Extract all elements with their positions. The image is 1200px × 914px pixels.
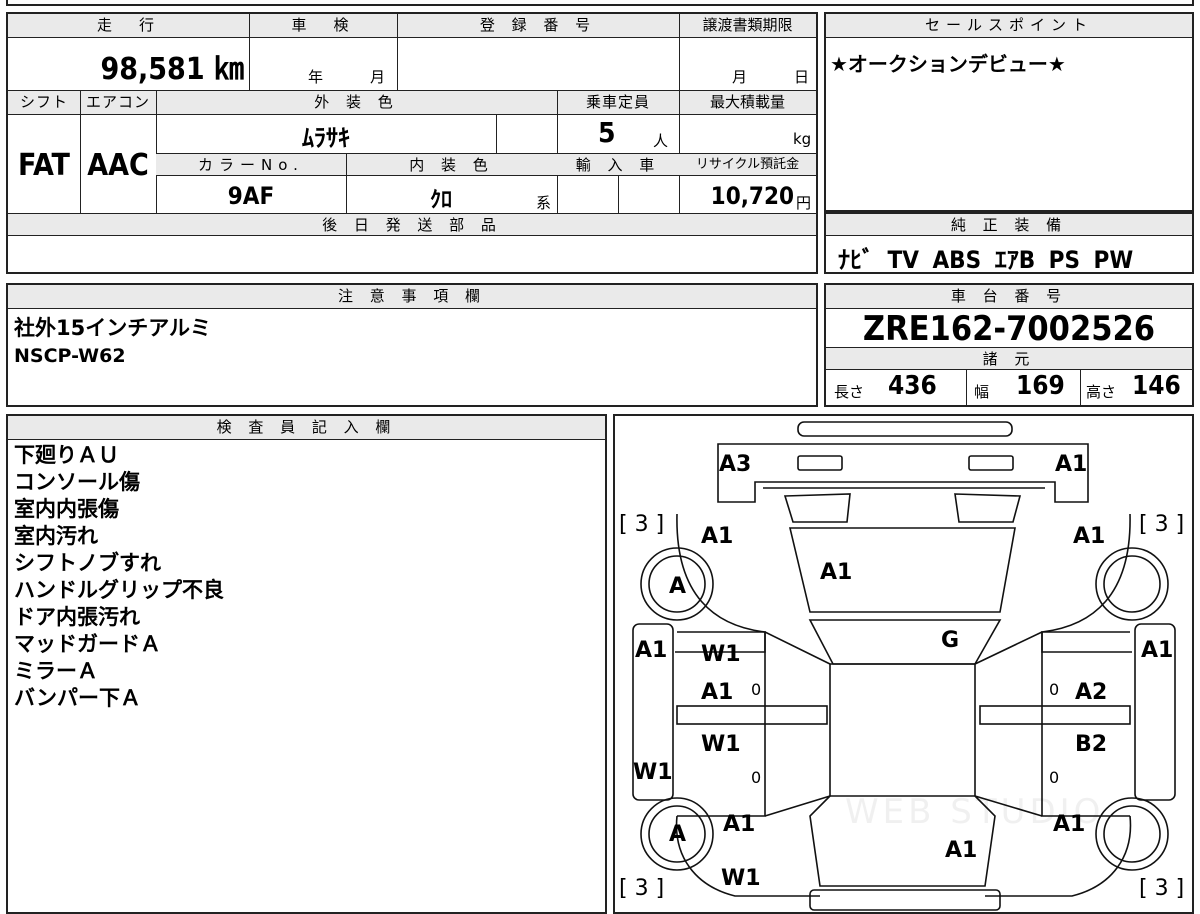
inspection-month: 月	[370, 68, 386, 86]
sales-point-label: セールスポイント	[826, 14, 1192, 38]
length-label: 長さ	[834, 383, 865, 401]
mileage-value: 98,581 ㎞	[100, 52, 244, 87]
mark-trunk: A1	[945, 838, 978, 863]
chassis-label: 車 台 番 号	[826, 285, 1192, 309]
mark-windshield: G	[941, 628, 960, 653]
inspection-year: 年	[308, 68, 324, 86]
later-parts-label: 後 日 発 送 部 品	[8, 214, 816, 236]
watermark: WEB STUDIO	[845, 792, 1105, 832]
mark-tire-fr: [ 3 ]	[1139, 512, 1185, 537]
inspector-label: 検 査 員 記 入 欄	[8, 416, 605, 440]
note-line: バンパー下Ａ	[14, 686, 142, 710]
max-load-label: 最大積載量	[679, 91, 816, 115]
transfer-label: 譲渡書類期限	[679, 14, 816, 38]
genuine-equipment-box: 純 正 装 備 ﾅﾋﾞ TV ABS ｴｱB PS PW	[824, 212, 1194, 274]
caution-line-2: NSCP-W62	[14, 345, 126, 367]
sales-point-text: ★オークションデビュー★	[830, 52, 1066, 76]
mark-fender-fr: A1	[1073, 524, 1106, 549]
mark-tire-rr: [ 3 ]	[1139, 876, 1185, 901]
note-line: ミラーＡ	[14, 659, 98, 683]
genuine-equipment-label: 純 正 装 備	[826, 214, 1192, 236]
sales-point-box: セールスポイント ★オークションデビュー★	[824, 12, 1194, 212]
recycle-label: リサイクル預託金	[679, 154, 816, 176]
interior-color-value: ｸﾛ	[429, 188, 452, 213]
chassis-box: 車 台 番 号 ZRE162-7002526 諸 元 長さ 436 幅 169 …	[824, 283, 1194, 407]
height-value: 146	[1132, 371, 1181, 401]
mark-rocker-l: W1	[633, 760, 673, 785]
mark-zero: 0	[1049, 768, 1060, 787]
exterior-color-label: 外 装 色	[156, 91, 557, 115]
inspector-box: 検 査 員 記 入 欄 下廻りＡＵ コンソール傷 室内内張傷 室内汚れ シフトノ…	[6, 414, 607, 914]
mark-qtr-l: A1	[723, 812, 756, 837]
note-line: マッドガードＡ	[14, 632, 161, 656]
exterior-color-value: ﾑﾗｻｷ	[302, 124, 350, 152]
mark-door-fl: A1	[701, 680, 734, 705]
recycle-value: 10,720	[710, 182, 794, 210]
mark-front-left: A3	[719, 452, 752, 477]
note-line: コンソール傷	[14, 470, 140, 494]
capacity-value: 5	[598, 116, 616, 149]
transfer-month: 月	[732, 68, 748, 86]
max-load-unit: kg	[793, 130, 812, 148]
mark-zero: 0	[751, 680, 762, 699]
mark-tire-rl: [ 3 ]	[619, 876, 665, 901]
mark-door-fr: A2	[1075, 680, 1108, 705]
color-no-value: 9AF	[227, 182, 275, 210]
width-label: 幅	[974, 383, 990, 401]
inspection-label: 車 検	[249, 14, 397, 38]
mark-zero: 0	[751, 768, 762, 787]
interior-color-unit: 系	[536, 194, 552, 212]
registration-label: 登 録 番 号	[397, 14, 679, 38]
note-line: ハンドルグリップ不良	[14, 578, 224, 602]
mark-wheel-fl: A	[669, 574, 687, 599]
mark-tire-fl: [ 3 ]	[619, 512, 665, 537]
mark-pillar-l: A1	[635, 638, 668, 663]
mark-pillar-r: A1	[1141, 638, 1174, 663]
damage-diagram: A3 A1 [ 3 ] [ 3 ] A1 A1 A1 A A1 A1 G W1 …	[613, 414, 1194, 914]
height-label: 高さ	[1086, 383, 1117, 401]
note-line: シフトノブすれ	[14, 551, 161, 575]
note-line: 室内内張傷	[14, 497, 119, 521]
chassis-value: ZRE162-7002526	[862, 309, 1156, 349]
aircon-value: AAC	[87, 148, 149, 183]
caution-label: 注 意 事 項 欄	[8, 285, 816, 309]
caution-box: 注 意 事 項 欄 社外15インチアルミ NSCP-W62	[6, 283, 818, 407]
mark-wheel-rl: A	[669, 822, 687, 847]
mark-zero: 0	[1049, 680, 1060, 699]
mark-hood: A1	[820, 560, 853, 585]
top-strip	[6, 0, 1194, 6]
mark-door-rl-top: W1	[701, 732, 741, 757]
mark-fender-fl: A1	[701, 524, 734, 549]
mark-door-fl-top: W1	[701, 642, 741, 667]
aircon-label: エアコン	[80, 91, 156, 115]
shift-label: シフト	[8, 91, 80, 115]
genuine-equipment-value: ﾅﾋﾞ TV ABS ｴｱB PS PW	[838, 246, 1134, 274]
width-value: 169	[1016, 371, 1065, 401]
vehicle-info-table: 走 行 車 検 登 録 番 号 譲渡書類期限 98,581 ㎞ 年 月 月 日 …	[6, 12, 818, 274]
note-line: 下廻りＡＵ	[14, 443, 119, 467]
color-no-label: カラーNo.	[156, 154, 346, 176]
specs-label: 諸 元	[826, 348, 1192, 370]
capacity-label: 乗車定員	[557, 91, 679, 115]
transfer-day: 日	[794, 68, 810, 86]
mark-rear-bumper: W1	[721, 866, 761, 891]
inspector-notes: 下廻りＡＵ コンソール傷 室内内張傷 室内汚れ シフトノブすれ ハンドルグリップ…	[14, 442, 224, 712]
mark-door-rr: B2	[1075, 732, 1108, 757]
import-label: 輸 入 車	[557, 154, 679, 176]
shift-value: FAT	[18, 148, 70, 183]
mark-front-right: A1	[1055, 452, 1088, 477]
interior-color-label: 内 装 色	[346, 154, 557, 176]
recycle-unit: 円	[796, 194, 812, 212]
note-line: 室内汚れ	[14, 524, 98, 548]
note-line: ドア内張汚れ	[14, 605, 140, 629]
length-value: 436	[888, 371, 937, 401]
mileage-label: 走 行	[8, 14, 249, 38]
capacity-unit: 人	[653, 132, 669, 150]
caution-line-1: 社外15インチアルミ	[14, 316, 212, 340]
